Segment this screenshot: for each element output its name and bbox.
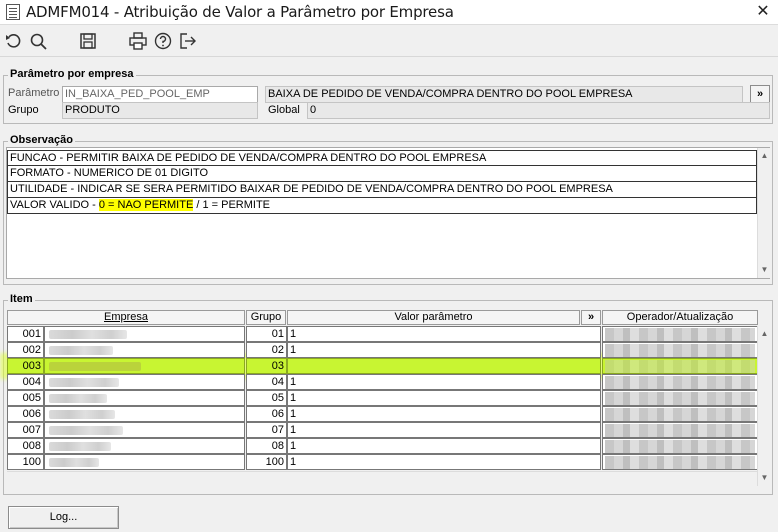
cell-valor[interactable]: 1: [287, 326, 601, 342]
table-row[interactable]: 002 02 1: [7, 342, 758, 358]
cell-empresa-name[interactable]: [44, 438, 245, 454]
observacao-line-valor: VALOR VALIDO - 0 = NAO PERMITE / 1 = PER…: [7, 198, 757, 214]
cell-empresa-name[interactable]: [44, 326, 245, 342]
cell-operador: [602, 390, 758, 406]
cell-grupo[interactable]: 07: [246, 422, 287, 438]
search-icon[interactable]: [28, 31, 48, 51]
cell-valor[interactable]: 1: [287, 374, 601, 390]
grupo-field: PRODUTO: [62, 102, 258, 119]
exit-icon[interactable]: [178, 31, 198, 51]
cell-operador: [602, 358, 758, 374]
scroll-up-icon[interactable]: ▲: [760, 330, 769, 338]
table-row[interactable]: 004 04 1: [7, 374, 758, 390]
cell-grupo[interactable]: 06: [246, 406, 287, 422]
observacao-line: FORMATO - NUMERICO DE 01 DIGITO: [7, 166, 757, 182]
cell-empresa-code[interactable]: 002: [7, 342, 44, 358]
cell-valor[interactable]: 1: [287, 422, 601, 438]
cell-grupo[interactable]: 02: [246, 342, 287, 358]
observacao-group-legend: Observação: [8, 134, 75, 146]
item-grid-hscrollbar[interactable]: [7, 471, 757, 486]
cell-empresa-code[interactable]: 100: [7, 454, 44, 470]
cell-empresa-code[interactable]: 006: [7, 406, 44, 422]
column-header-operador[interactable]: Operador/Atualização: [602, 310, 758, 325]
cell-empresa-name[interactable]: [44, 406, 245, 422]
cell-operador: [602, 406, 758, 422]
cell-grupo[interactable]: 05: [246, 390, 287, 406]
cell-grupo[interactable]: 08: [246, 438, 287, 454]
global-field: 0: [307, 102, 770, 119]
table-row[interactable]: 008 08 1: [7, 438, 758, 454]
cell-grupo[interactable]: 01: [246, 326, 287, 342]
app-document-icon: [6, 4, 20, 20]
observacao-line: UTILIDADE - INDICAR SE SERA PERMITIDO BA…: [7, 182, 757, 198]
column-header-valor[interactable]: Valor parâmetro: [287, 310, 580, 325]
observacao-line: FUNCAO - PERMITIR BAIXA DE PEDIDO DE VEN…: [7, 150, 757, 166]
observacao-text-area[interactable]: FUNCAO - PERMITIR BAIXA DE PEDIDO DE VEN…: [6, 147, 770, 279]
cell-operador: [602, 438, 758, 454]
descricao-field: BAIXA DE PEDIDO DE VENDA/COMPRA DENTRO D…: [265, 86, 743, 103]
parametro-more-button[interactable]: »: [750, 85, 770, 103]
cell-operador: [602, 326, 758, 342]
cell-empresa-name[interactable]: [44, 390, 245, 406]
scroll-down-icon[interactable]: ▼: [760, 474, 769, 482]
cell-empresa-code[interactable]: 001: [7, 326, 44, 342]
cell-valor[interactable]: 1: [287, 390, 601, 406]
table-row-selected[interactable]: 003 03: [7, 358, 758, 374]
cell-empresa-code[interactable]: 007: [7, 422, 44, 438]
cell-operador: [602, 374, 758, 390]
column-header-grupo[interactable]: Grupo: [246, 310, 286, 325]
valor-highlight: 0 = NAO PERMITE: [98, 199, 194, 211]
table-row[interactable]: 007 07 1: [7, 422, 758, 438]
parametro-group-legend: Parâmetro por empresa: [8, 68, 136, 80]
help-icon[interactable]: [153, 31, 173, 51]
cell-empresa-code[interactable]: 004: [7, 374, 44, 390]
log-button[interactable]: Log...: [8, 506, 119, 529]
table-row[interactable]: 100 100 1: [7, 454, 758, 470]
toolbar: [0, 25, 778, 57]
cell-grupo[interactable]: 100: [246, 454, 287, 470]
table-row[interactable]: 005 05 1: [7, 390, 758, 406]
close-button[interactable]: ✕: [752, 1, 774, 23]
print-icon[interactable]: [128, 31, 148, 51]
valor-prefix: VALOR VALIDO -: [10, 199, 99, 211]
cell-empresa-code[interactable]: 005: [7, 390, 44, 406]
undo-icon[interactable]: [4, 31, 24, 51]
parametro-field[interactable]: IN_BAIXA_PED_POOL_EMP: [62, 86, 258, 103]
observacao-scrollbar[interactable]: ▲ ▼: [757, 148, 770, 278]
table-row[interactable]: 001 01 1: [7, 326, 758, 342]
title-bar: ADMFM014 - Atribuição de Valor a Parâmet…: [0, 0, 778, 25]
cell-grupo[interactable]: 04: [246, 374, 287, 390]
cell-valor[interactable]: [287, 358, 601, 374]
valor-suffix: / 1 = PERMITE: [193, 199, 271, 211]
parametro-label: Parâmetro: [8, 87, 60, 99]
cell-empresa-name[interactable]: [44, 358, 245, 374]
cell-operador: [602, 454, 758, 470]
cell-valor[interactable]: 1: [287, 342, 601, 358]
cell-valor[interactable]: 1: [287, 454, 601, 470]
table-row[interactable]: 006 06 1: [7, 406, 758, 422]
grupo-label: Grupo: [8, 104, 39, 116]
global-label: Global: [268, 104, 300, 116]
item-group-legend: Item: [8, 293, 35, 305]
cell-empresa-name[interactable]: [44, 342, 245, 358]
cell-empresa-name[interactable]: [44, 374, 245, 390]
scroll-up-icon[interactable]: ▲: [760, 152, 769, 160]
save-icon[interactable]: [78, 31, 98, 51]
cell-operador: [602, 422, 758, 438]
column-more-button[interactable]: »: [581, 310, 601, 325]
window-title: ADMFM014 - Atribuição de Valor a Parâmet…: [26, 3, 454, 21]
cell-valor[interactable]: 1: [287, 438, 601, 454]
cell-valor[interactable]: 1: [287, 406, 601, 422]
column-header-empresa[interactable]: Empresa: [7, 310, 245, 325]
cell-empresa-code[interactable]: 003: [7, 358, 44, 374]
cell-operador: [602, 342, 758, 358]
cell-empresa-name[interactable]: [44, 454, 245, 470]
item-grid-scrollbar[interactable]: ▲ ▼: [757, 326, 770, 486]
cell-empresa-code[interactable]: 008: [7, 438, 44, 454]
scroll-down-icon[interactable]: ▼: [760, 266, 769, 274]
cell-empresa-name[interactable]: [44, 422, 245, 438]
cell-grupo[interactable]: 03: [246, 358, 287, 374]
